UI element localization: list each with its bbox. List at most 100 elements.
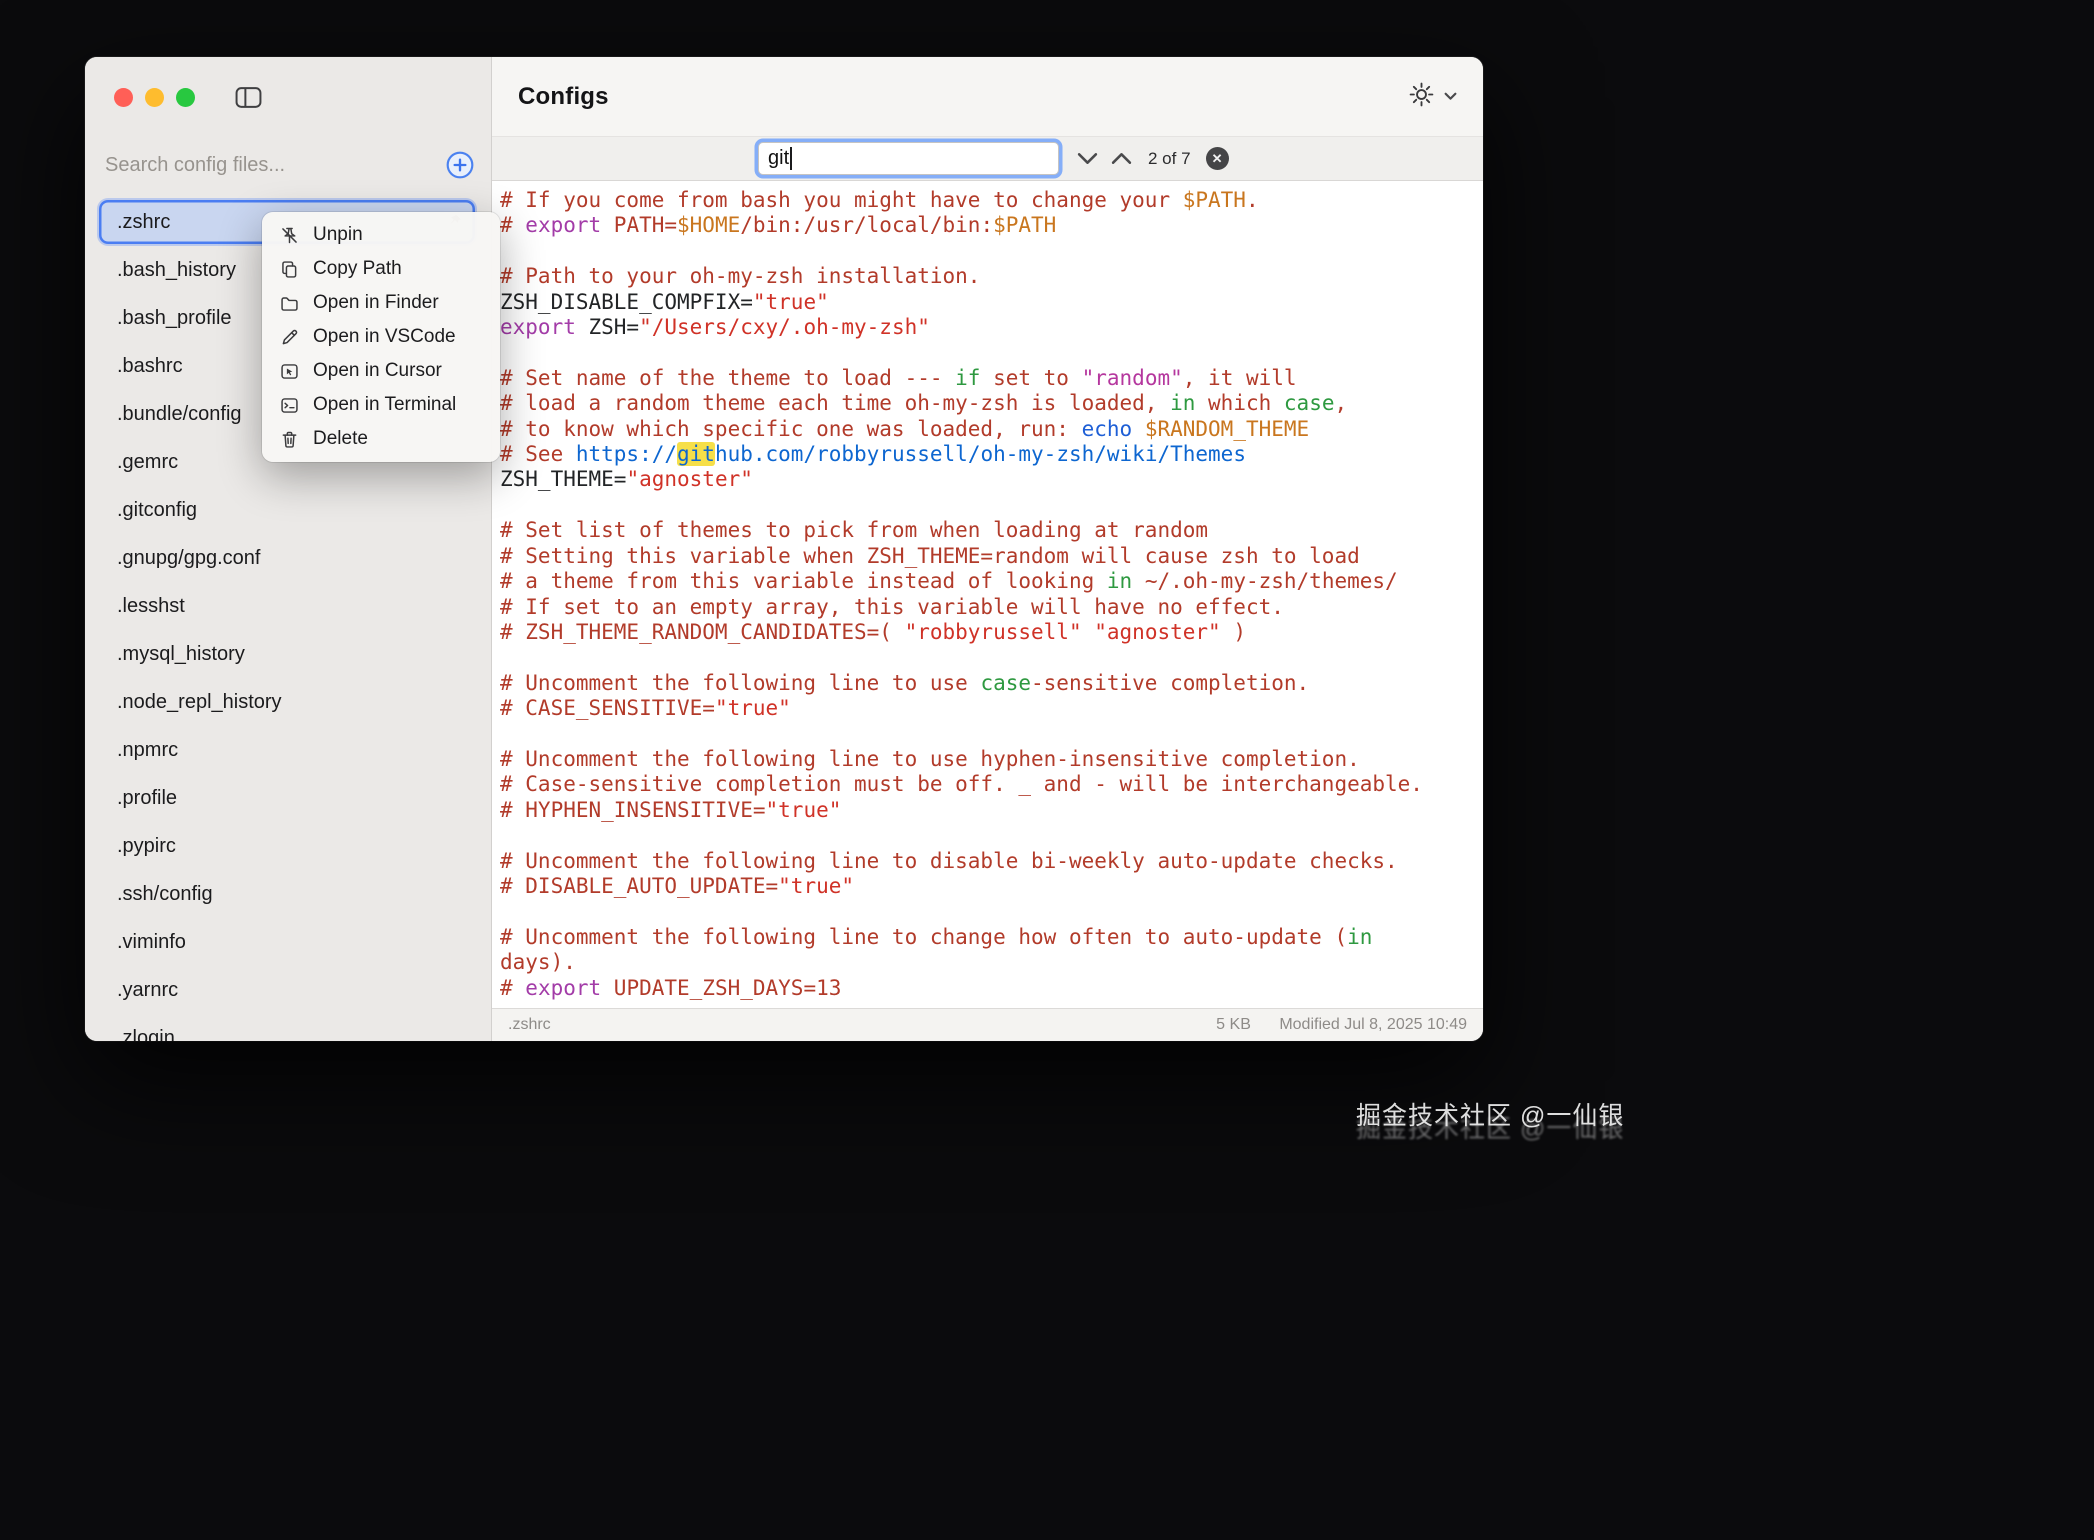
code-line: # export PATH=$HOME/bin:/usr/local/bin:$… [500,213,1453,238]
menu-item-open-in-vscode[interactable]: Open in VSCode [268,320,494,354]
code-line: # DISABLE_AUTO_UPDATE="true" [500,874,1453,899]
menu-item-delete[interactable]: Delete [268,422,494,456]
code-line: # HYPHEN_INSENSITIVE="true" [500,798,1453,823]
code-line [500,493,1453,518]
file-name: .zshrc [117,211,170,234]
chevron-up-icon [1111,152,1132,165]
sidebar-item-profile[interactable]: .profile [99,776,475,820]
file-name: .gitconfig [117,499,197,522]
theme-switcher[interactable] [1408,81,1457,113]
code-line: # Setting this variable when ZSH_THEME=r… [500,544,1453,569]
file-name: .bash_history [117,259,236,282]
sidebar-item-npmrc[interactable]: .npmrc [99,728,475,772]
find-query-text: git [768,147,789,170]
sidebar-item-node-repl-history[interactable]: .node_repl_history [99,680,475,724]
status-details: 5 KB Modified Jul 8, 2025 10:49 [1192,1016,1467,1034]
code-line: # Case-sensitive completion must be off.… [500,772,1453,797]
sidebar-item-zlogin[interactable]: .zlogin [99,1016,475,1041]
file-name: .profile [117,787,177,810]
menu-item-open-in-finder[interactable]: Open in Finder [268,286,494,320]
cursor-icon [279,361,300,382]
sidebar-item-viminfo[interactable]: .viminfo [99,920,475,964]
file-name: .lesshst [117,595,185,618]
menu-item-unpin[interactable]: Unpin [268,218,494,252]
file-name: .yarnrc [117,979,178,1002]
sidebar: Search config files... .zshrc .bash_histo… [85,57,492,1041]
sidebar-item-pypirc[interactable]: .pypirc [99,824,475,868]
zoom-button[interactable] [176,88,195,107]
menu-item-label: Open in VSCode [313,326,456,348]
sidebar-item-gitconfig[interactable]: .gitconfig [99,488,475,532]
minimize-button[interactable] [145,88,164,107]
status-filesize: 5 KB [1216,1016,1251,1033]
code-line: # If you come from bash you might have t… [500,188,1453,213]
copy-icon [279,259,300,280]
code-line: # Set name of the theme to load --- if s… [500,366,1453,391]
sidebar-search: Search config files... [105,145,475,185]
status-modified: Modified Jul 8, 2025 10:49 [1279,1016,1467,1033]
code-line: # Set list of themes to pick from when l… [500,518,1453,543]
code-line: # CASE_SENSITIVE="true" [500,696,1453,721]
close-button[interactable] [114,88,133,107]
header: Configs [492,57,1483,137]
find-next-button[interactable] [1074,145,1101,172]
context-menu: UnpinCopy PathOpen in Finder Open in VSCo… [262,212,500,462]
sidebar-item-yarnrc[interactable]: .yarnrc [99,968,475,1012]
code-line: # Uncomment the following line to disabl… [500,849,1453,874]
code-line [500,239,1453,264]
find-close-button[interactable]: ✕ [1206,147,1229,170]
sidebar-item-mysql-history[interactable]: .mysql_history [99,632,475,676]
text-caret [790,147,792,170]
code-line: # See https://github.com/robbyrussell/oh… [500,442,1453,467]
code-line: # load a random theme each time oh-my-zs… [500,391,1453,416]
file-name: .bash_profile [117,307,232,330]
terminal-icon [279,395,300,416]
file-name: .ssh/config [117,883,213,906]
menu-item-open-in-cursor[interactable]: Open in Cursor [268,354,494,388]
file-name: .zlogin [117,1027,175,1042]
menu-item-label: Delete [313,428,368,450]
sidebar-item-gnupg-gpg-conf[interactable]: .gnupg/gpg.conf [99,536,475,580]
code-line: ZSH_THEME="agnoster" [500,467,1453,492]
trash-icon [279,429,300,450]
sidebar-toggle-icon[interactable] [235,86,262,109]
desktop-background: Search config files... .zshrc .bash_histo… [0,0,2094,1540]
pin-slash-icon [279,225,300,246]
window-controls [114,86,262,109]
code-line: # Uncomment the following line to change… [500,925,1453,976]
find-navigation [1074,145,1135,172]
page-title: Configs [518,83,609,111]
sun-icon [1408,81,1435,113]
code-line: # to know which specific one was loaded,… [500,417,1453,442]
chevron-down-icon [1444,88,1457,106]
main-panel: Configs git [492,57,1483,1041]
match-counter: 2 of 7 [1148,149,1191,169]
file-name: .npmrc [117,739,178,762]
code-line: # ZSH_THEME_RANDOM_CANDIDATES=( "robbyru… [500,620,1453,645]
code-line [500,899,1453,924]
code-line: # export UPDATE_ZSH_DAYS=13 [500,976,1453,1001]
code-line [500,645,1453,670]
find-input[interactable]: git [758,142,1059,175]
search-input[interactable]: Search config files... [105,154,285,177]
find-previous-button[interactable] [1108,145,1135,172]
find-bar: git 2 of 7 ✕ [492,137,1483,181]
sidebar-item-lesshst[interactable]: .lesshst [99,584,475,628]
menu-item-open-in-terminal[interactable]: Open in Terminal [268,388,494,422]
code-line: # Uncomment the following line to use hy… [500,747,1453,772]
plus-circle-icon[interactable] [445,150,475,180]
code-editor[interactable]: # If you come from bash you might have t… [492,181,1483,1008]
watermark: 掘金技术社区 @一仙银 [1356,1096,1624,1132]
code-line: ZSH_DISABLE_COMPFIX="true" [500,290,1453,315]
folder-icon [279,293,300,314]
menu-item-copy-path[interactable]: Copy Path [268,252,494,286]
code-line: # a theme from this variable instead of … [500,569,1453,594]
menu-item-label: Open in Cursor [313,360,442,382]
sidebar-item-ssh-config[interactable]: .ssh/config [99,872,475,916]
app-window: Search config files... .zshrc .bash_histo… [85,57,1483,1041]
menu-item-label: Open in Terminal [313,394,456,416]
status-bar: .zshrc 5 KB Modified Jul 8, 2025 10:49 [492,1008,1483,1041]
code-line [500,722,1453,747]
chevron-down-icon [1077,152,1098,165]
file-name: .pypirc [117,835,176,858]
